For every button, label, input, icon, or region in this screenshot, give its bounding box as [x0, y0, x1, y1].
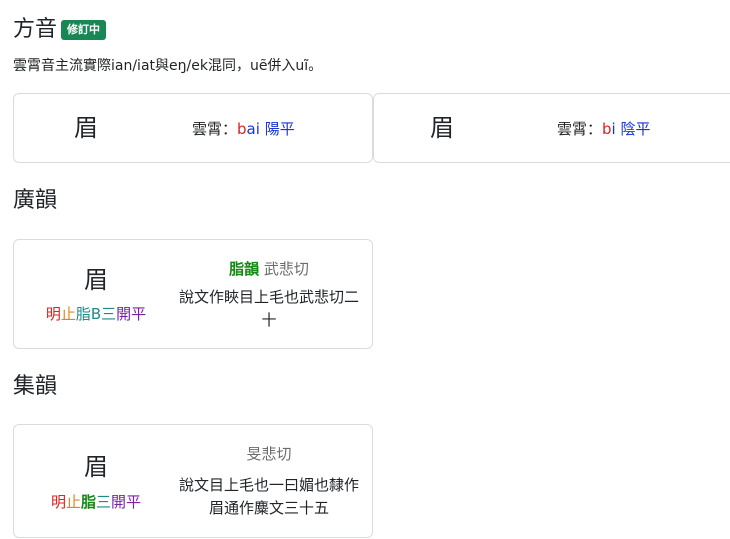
- pos-openness: 開: [116, 305, 132, 323]
- pos-grade: 三: [96, 493, 112, 511]
- card-character: 眉: [430, 114, 454, 142]
- pos-rhyme: 脂: [80, 493, 96, 511]
- fangyin-card-1[interactable]: 眉 雲霄：bai 陽平: [13, 93, 373, 163]
- pronunciation: 雲霄：bai 陽平: [192, 119, 295, 139]
- pos-tone: 平: [131, 305, 147, 323]
- gloss: 說文作䀹目上毛也武悲切二十: [178, 288, 359, 329]
- pos-rhyme: 脂B: [75, 305, 102, 323]
- rhyme-name: 脂韻: [229, 260, 260, 278]
- fangyin-card-2[interactable]: 眉 雲霄：bi 陰平: [373, 93, 730, 163]
- fangyin-heading: 方音 修訂中: [13, 16, 107, 44]
- initial: b: [237, 120, 247, 138]
- tone: 陽平: [264, 120, 295, 138]
- phonological-position: 明止脂三開平: [26, 492, 166, 512]
- gloss: 說文目上毛也一曰媚也隸作眉通作麋文三十五: [178, 476, 359, 517]
- fanqie: 武悲切: [263, 260, 309, 278]
- dialect-label: 雲霄：: [557, 120, 603, 138]
- final: i: [611, 120, 616, 138]
- pos-initial: 明: [50, 493, 66, 511]
- tone: 陰平: [620, 120, 651, 138]
- pos-grade: 三: [101, 305, 117, 323]
- phonological-position: 明止脂B三開平: [26, 304, 166, 324]
- fanqie: 旻悲切: [174, 444, 364, 464]
- jiyun-title: 集韻: [13, 374, 58, 399]
- pos-kai: 止: [65, 493, 81, 511]
- pos-openness: 開: [111, 493, 127, 511]
- card-character: 眉: [84, 453, 108, 481]
- fanqie-text: 旻悲切: [246, 445, 292, 463]
- fangyin-title: 方音: [13, 17, 58, 42]
- initial: b: [602, 120, 612, 138]
- final: ai: [246, 120, 260, 138]
- jiyun-card[interactable]: 眉 明止脂三開平 旻悲切 說文目上毛也一曰媚也隸作眉通作麋文三十五: [13, 424, 373, 538]
- guangyun-card[interactable]: 眉 明止脂B三開平 脂韻 武悲切 說文作䀹目上毛也武悲切二十: [13, 239, 373, 349]
- pos-tone: 平: [126, 493, 142, 511]
- rhyme-and-fanqie: 脂韻 武悲切: [174, 259, 364, 279]
- guangyun-title: 廣韻: [13, 188, 58, 213]
- card-character: 眉: [84, 266, 108, 294]
- pronunciation: 雲霄：bi 陰平: [557, 119, 651, 139]
- fangyin-note: 雲霄音主流實際ian/iat與eŋ/ek混同，uẽ併入uĩ。: [13, 58, 323, 74]
- page: 方音 修訂中 雲霄音主流實際ian/iat與eŋ/ek混同，uẽ併入uĩ。 眉 雲…: [0, 0, 730, 539]
- card-character: 眉: [74, 114, 98, 142]
- pos-kai: 止: [60, 305, 76, 323]
- pos-initial: 明: [45, 305, 61, 323]
- dialect-label: 雲霄：: [192, 120, 238, 138]
- revision-badge: 修訂中: [61, 20, 107, 40]
